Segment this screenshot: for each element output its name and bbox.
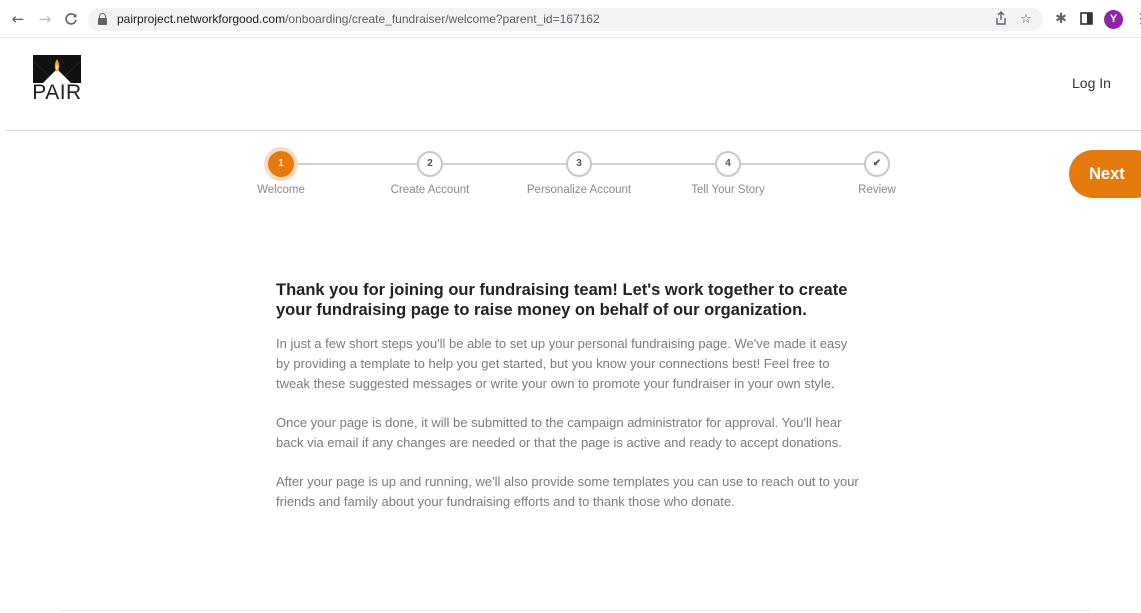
templates-paragraph: After your page is up and running, we'll… — [276, 472, 896, 512]
step-label: Tell Your Story — [691, 184, 765, 196]
paragraph-line: In just a few short steps you'll be able… — [276, 336, 848, 351]
paragraph-line: back via email if any changes are needed… — [276, 435, 842, 450]
heading-line: your fundraising page to raise money on … — [276, 301, 807, 319]
step-number: 1 — [268, 151, 294, 177]
step-welcome[interactable]: 1 Welcome — [221, 151, 341, 201]
checkmark-icon: ✔ — [864, 151, 890, 177]
address-bar[interactable]: pairproject.networkforgood.com/onboardin… — [88, 8, 1043, 31]
browser-menu-icon[interactable]: ⋮ — [1134, 10, 1141, 28]
next-button[interactable]: Next — [1069, 150, 1141, 198]
step-review[interactable]: ✔ Review — [817, 151, 937, 201]
step-label: Review — [858, 184, 896, 196]
step-number: 3 — [566, 151, 592, 177]
paragraph-line: friends and family about your fundraisin… — [276, 494, 735, 509]
bookmark-star-icon[interactable]: ☆ — [1017, 11, 1035, 28]
pair-logo[interactable]: PAIR — [32, 55, 82, 105]
step-number: 4 — [715, 151, 741, 177]
url-text[interactable]: pairproject.networkforgood.com/onboardin… — [117, 12, 600, 27]
step-personalize-account[interactable]: 3 Personalize Account — [519, 151, 639, 201]
logo-text: PAIR — [32, 81, 82, 104]
paragraph-line: by providing a template to help you get … — [276, 356, 830, 371]
intro-paragraph: In just a few short steps you'll be able… — [276, 334, 896, 394]
back-arrow-icon[interactable]: ← — [8, 9, 28, 29]
heading-line: Thank you for joining our fundraising te… — [276, 281, 848, 299]
footer-divider — [60, 610, 1090, 611]
welcome-heading: Thank you for joining our fundraising te… — [276, 280, 896, 320]
url-path: /onboarding/create_fundraiser/welcome?pa… — [285, 12, 600, 26]
browser-toolbar: ← → pairproject.networkforgood.com/onboa… — [0, 0, 1141, 38]
share-icon[interactable] — [992, 11, 1010, 28]
step-label: Create Account — [390, 184, 470, 196]
forward-arrow-icon[interactable]: → — [35, 9, 55, 29]
candle-flame-icon — [33, 55, 81, 83]
paragraph-line: Once your page is done, it will be submi… — [276, 415, 842, 430]
step-tell-your-story[interactable]: 4 Tell Your Story — [668, 151, 788, 201]
step-label: Welcome — [257, 184, 305, 196]
profile-avatar[interactable]: Y — [1104, 10, 1123, 29]
step-create-account[interactable]: 2 Create Account — [370, 151, 490, 201]
approval-paragraph: Once your page is done, it will be submi… — [276, 413, 896, 453]
header-divider — [6, 130, 1141, 131]
step-label: Personalize Account — [526, 184, 632, 196]
login-link[interactable]: Log In — [1072, 75, 1111, 91]
extensions-puzzle-icon[interactable]: ✱ — [1052, 10, 1070, 28]
paragraph-line: tweak these suggested messages or write … — [276, 376, 835, 391]
side-panel-icon[interactable] — [1077, 10, 1095, 28]
url-host: pairproject.networkforgood.com — [117, 12, 286, 26]
paragraph-line: After your page is up and running, we'll… — [276, 474, 859, 489]
welcome-content: Thank you for joining our fundraising te… — [276, 280, 896, 512]
reload-icon[interactable] — [61, 9, 81, 29]
step-number: 2 — [417, 151, 443, 177]
lock-icon — [98, 13, 107, 25]
